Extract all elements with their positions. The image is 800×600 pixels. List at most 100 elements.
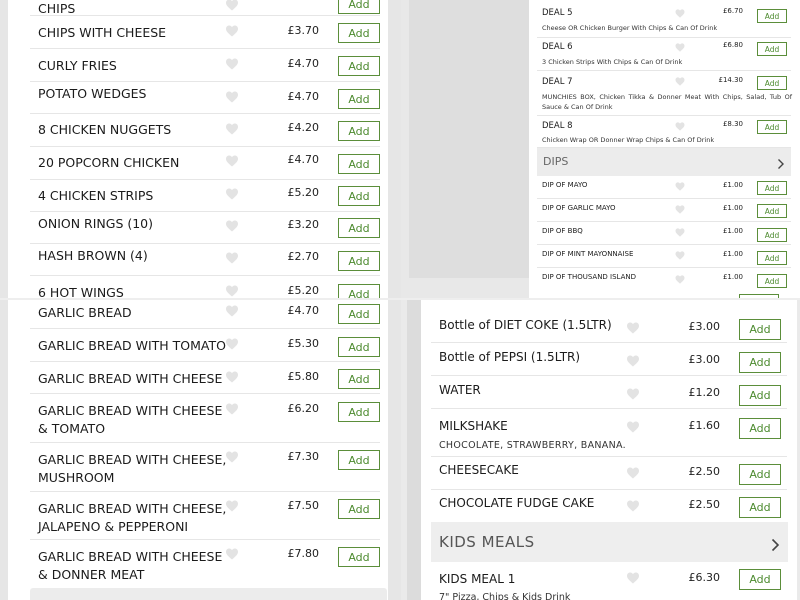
add-button[interactable]: Add [338,499,380,519]
heart-icon[interactable] [675,77,685,86]
heart-icon[interactable] [675,251,685,260]
heart-icon[interactable] [626,355,640,367]
add-button[interactable]: Add [739,418,781,439]
heart-icon[interactable] [225,25,239,37]
item-name: Hash Brown (4) [38,248,148,263]
add-button[interactable]: Add [757,274,787,288]
heart-icon[interactable] [675,182,685,191]
heart-icon[interactable] [626,322,640,334]
item-name: Bottle of PEPSI (1.5LTR) [439,350,581,364]
heart-icon[interactable] [225,155,239,167]
panel-edge [0,0,8,298]
add-button[interactable]: Add [338,547,380,567]
heart-icon[interactable] [626,500,640,512]
item-name: MILKSHAKE [439,419,508,433]
heart-icon[interactable] [225,403,239,415]
heart-icon[interactable] [225,58,239,70]
heart-icon[interactable] [225,500,239,512]
add-button[interactable]: Add [338,89,380,109]
add-button[interactable]: Add [757,76,787,90]
deal-name: DEAL 6 [542,42,573,52]
heart-icon[interactable] [225,123,239,135]
add-button[interactable]: Add [338,369,380,389]
heart-icon[interactable] [225,451,239,463]
add-button[interactable]: Add [338,186,380,206]
deal-description: Cheese OR Chicken Burger With Chips & Ca… [542,24,718,32]
deal-name: DEAL 7 [542,77,573,87]
item-name: Garlic Bread with Cheese, Jalapeno & Pep… [38,501,227,534]
add-button[interactable]: Add [739,497,781,518]
heart-icon[interactable] [225,548,239,560]
add-button[interactable]: Add [338,56,380,76]
add-button[interactable]: Add [338,337,380,357]
add-button[interactable]: Add [739,319,781,340]
heart-icon[interactable] [675,228,685,237]
heart-icon[interactable] [225,91,239,103]
item-price: £7.80 [287,547,320,560]
heart-icon[interactable] [225,285,239,297]
add-button[interactable]: Add [757,120,787,134]
item-price: £3.00 [688,320,721,333]
heart-icon[interactable] [225,220,239,232]
dip-item: DIP OF GARLIC MAYO £1.00 Add [537,199,791,222]
menu-item: Chips Add [30,0,380,16]
heart-icon[interactable] [675,43,685,52]
menu-panel-drinks-desserts: Bottle of DIET COKE (1.5LTR) £3.00 Add B… [401,300,800,600]
item-name: Chips with Cheese [38,25,167,40]
add-button[interactable]: Add [338,284,380,298]
heart-icon[interactable] [675,122,685,131]
category-header-kids-meals[interactable]: KIDS MEALS [431,522,788,562]
add-button[interactable]: Add [338,450,380,470]
add-button[interactable]: Add [338,218,380,238]
heart-icon[interactable] [225,371,239,383]
heart-icon[interactable] [225,338,239,350]
item-name: Bottle of DIET COKE (1.5LTR) [439,318,612,332]
add-button[interactable]: Add [757,42,787,56]
add-button[interactable]: Add [739,569,781,590]
menu-item: Garlic Bread with Cheese & Donner Meat £… [30,540,380,588]
dip-item: DIP OF MAYO £1.00 Add [537,176,791,199]
chevron-right-icon [771,537,780,556]
add-button[interactable]: Add [739,385,781,406]
add-button[interactable]: Add [338,154,380,174]
add-button[interactable]: Add [757,181,787,195]
category-title: KIDS MEALS [439,533,535,551]
add-button[interactable]: Add [757,228,787,242]
item-price: £7.30 [287,450,320,463]
menu-item: Potato Wedges £4.70 Add [30,82,380,114]
next-category-header[interactable] [30,588,387,600]
item-price: £1.60 [688,419,721,432]
item-price: £4.70 [287,57,320,70]
add-button[interactable]: Add [338,402,380,422]
heart-icon[interactable] [225,252,239,264]
heart-icon[interactable] [675,9,685,18]
add-button[interactable]: Add [338,23,380,43]
add-button[interactable]: Add [338,0,380,14]
add-button[interactable]: Add [338,121,380,141]
add-button[interactable]: Add [757,251,787,265]
deal-item: DEAL 7 £14.30 MUNCHIES BOX, Chicken Tikk… [537,71,792,116]
add-button[interactable]: Add [338,304,380,324]
item-price: £3.00 [688,353,721,366]
heart-icon[interactable] [626,467,640,479]
deal-description: 3 Chicken Strips With Chips & Can Of Dri… [542,58,683,66]
heart-icon[interactable] [626,421,640,433]
menu-item: Hash Brown (4) £2.70 Add [30,244,380,276]
add-button[interactable]: Add [338,251,380,271]
kids-meal-item: KIDS MEAL 1 £6.30 7" Pizza, Chips & Kids… [431,562,787,600]
heart-icon[interactable] [675,275,685,284]
category-header-dips[interactable]: DIPS [537,148,791,176]
add-button[interactable]: Add [757,9,787,23]
heart-icon[interactable] [225,0,239,11]
menu-item: Garlic Bread with Cheese £5.80 Add [30,362,380,394]
heart-icon[interactable] [225,305,239,317]
add-button[interactable]: Add [739,464,781,485]
heart-icon[interactable] [225,188,239,200]
heart-icon[interactable] [626,388,640,400]
add-button-partial[interactable] [739,294,779,298]
dip-price: £1.00 [722,227,743,235]
heart-icon[interactable] [675,205,685,214]
heart-icon[interactable] [626,572,640,584]
add-button[interactable]: Add [739,352,781,373]
add-button[interactable]: Add [757,204,787,218]
